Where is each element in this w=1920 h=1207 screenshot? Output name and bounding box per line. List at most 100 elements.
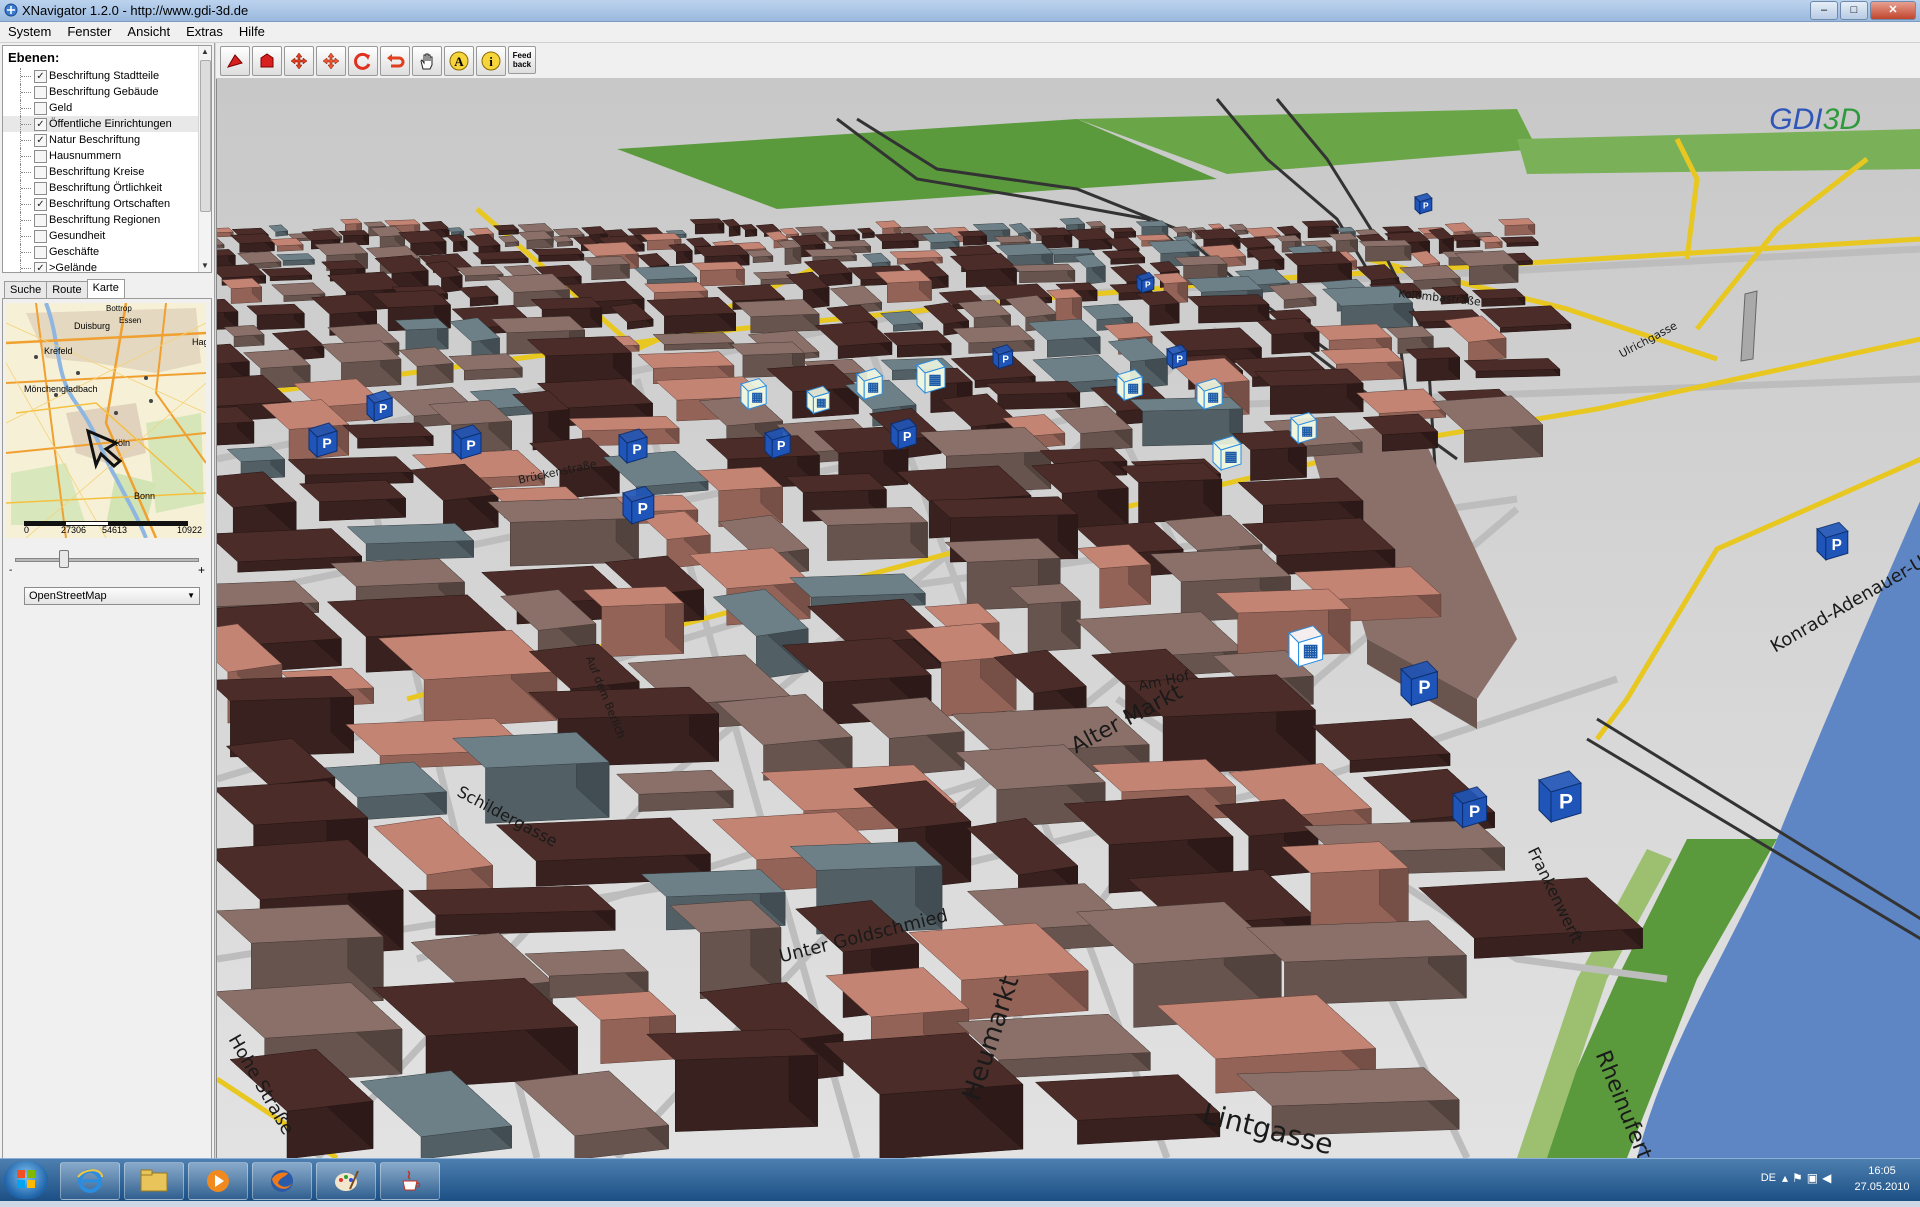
- left-panel: Ebenen: ✓ Beschriftung Stadtteile Beschrif…: [0, 43, 215, 1160]
- layer-scrollbar[interactable]: ▲ ▼: [198, 46, 211, 272]
- layer-checkbox[interactable]: [34, 150, 47, 163]
- tree-connector: [20, 116, 31, 132]
- paint-icon[interactable]: [316, 1162, 376, 1200]
- layer-item[interactable]: ✓ Natur Beschriftung: [3, 132, 199, 148]
- layer-checkbox[interactable]: [34, 86, 47, 99]
- layer-checkbox[interactable]: [34, 214, 47, 227]
- layer-item[interactable]: Beschriftung Örtlichkeit: [3, 180, 199, 196]
- svg-text:P: P: [379, 402, 387, 416]
- panel-tabs: Suche Route Karte: [4, 279, 125, 299]
- dropdown-arrow-icon[interactable]: ▼: [187, 588, 195, 604]
- layer-checkbox[interactable]: ✓: [34, 262, 47, 272]
- 3d-city-scene[interactable]: PPPPPPPPPPPPPPP▦P▦▦▦▦▦▦▦▦▦: [217, 79, 1920, 1158]
- close-button[interactable]: ✕: [1870, 1, 1916, 20]
- tab-suche[interactable]: Suche: [4, 281, 48, 298]
- menu-system[interactable]: System: [0, 22, 59, 42]
- pan-button[interactable]: [284, 46, 314, 76]
- show-hidden-icon[interactable]: ▴: [1782, 1171, 1792, 1185]
- rotate-button[interactable]: [348, 46, 378, 76]
- hand-button[interactable]: [412, 46, 442, 76]
- minimize-button[interactable]: –: [1810, 1, 1838, 20]
- menu-ansicht[interactable]: Ansicht: [119, 22, 178, 42]
- overview-map-canvas[interactable]: Bottrop Essen Duisburg Krefeld Mönchengl…: [6, 303, 206, 538]
- svg-text:P: P: [1423, 200, 1429, 210]
- layer-checkbox[interactable]: [34, 166, 47, 179]
- text-tool-button[interactable]: A: [444, 46, 474, 76]
- volume-icon[interactable]: ◀: [1822, 1171, 1835, 1185]
- layer-item[interactable]: Beschriftung Regionen: [3, 212, 199, 228]
- svg-text:P: P: [1145, 279, 1151, 289]
- java-icon[interactable]: [380, 1162, 440, 1200]
- overview-map[interactable]: Bottrop Essen Duisburg Krefeld Mönchengl…: [6, 303, 206, 538]
- layer-label: Natur Beschriftung: [49, 134, 141, 146]
- zoom-track[interactable]: [15, 558, 199, 562]
- tab-karte[interactable]: Karte: [86, 279, 125, 298]
- scroll-down-icon[interactable]: ▼: [199, 260, 211, 272]
- flag-icon[interactable]: ⚑: [1792, 1171, 1807, 1185]
- tilt-button[interactable]: [220, 46, 250, 76]
- svg-text:▦: ▦: [1301, 424, 1313, 438]
- layer-checkbox[interactable]: [34, 230, 47, 243]
- language-indicator[interactable]: DE: [1761, 1172, 1776, 1184]
- explorer-icon[interactable]: [124, 1162, 184, 1200]
- info-button[interactable]: i: [476, 46, 506, 76]
- menu-extras[interactable]: Extras: [178, 22, 231, 42]
- svg-text:▦: ▦: [1127, 381, 1139, 395]
- zoom-slider[interactable]: - +: [9, 547, 205, 577]
- layer-item[interactable]: Geld: [3, 100, 199, 116]
- clock-time[interactable]: 16:05: [1852, 1165, 1912, 1177]
- move-icon: [322, 52, 340, 70]
- scale-label: 0: [24, 525, 30, 535]
- layer-label: Geschäfte: [49, 246, 100, 258]
- move-button[interactable]: [316, 46, 346, 76]
- layer-item[interactable]: ✓ >Gelände: [3, 260, 199, 272]
- layer-checkbox[interactable]: ✓: [34, 134, 47, 147]
- layer-item[interactable]: Gesundheit: [3, 228, 199, 244]
- layer-item[interactable]: ✓ Beschriftung Stadtteile: [3, 68, 199, 84]
- gdi3d-logo: GDI3D: [1769, 103, 1861, 136]
- menu-hilfe[interactable]: Hilfe: [231, 22, 273, 42]
- tree-connector: [20, 148, 31, 164]
- scroll-thumb[interactable]: [200, 60, 211, 212]
- layer-item[interactable]: Geschäfte: [3, 244, 199, 260]
- hand-icon: [420, 53, 433, 70]
- layer-checkbox[interactable]: ✓: [34, 198, 47, 211]
- layer-item[interactable]: Hausnummern: [3, 148, 199, 164]
- city-moenchengladbach: Mönchengladbach: [24, 384, 98, 394]
- tab-route[interactable]: Route: [46, 281, 88, 298]
- map-source-value: OpenStreetMap: [29, 590, 107, 602]
- city-bonn: Bonn: [134, 491, 155, 501]
- scroll-up-icon[interactable]: ▲: [199, 46, 211, 58]
- layer-list[interactable]: Ebenen: ✓ Beschriftung Stadtteile Beschrif…: [2, 45, 212, 273]
- zoom-knob[interactable]: [58, 550, 69, 568]
- layer-checkbox[interactable]: [34, 102, 47, 115]
- city-krefeld: Krefeld: [44, 346, 73, 356]
- layer-checkbox[interactable]: ✓: [34, 70, 47, 83]
- menu-fenster[interactable]: Fenster: [59, 22, 119, 42]
- layer-checkbox[interactable]: [34, 246, 47, 259]
- layer-checkbox[interactable]: [34, 182, 47, 195]
- tree-connector: [20, 68, 31, 84]
- undo-button[interactable]: [380, 46, 410, 76]
- layer-label: Beschriftung Ortschaften: [49, 198, 171, 210]
- media-player-icon[interactable]: [188, 1162, 248, 1200]
- network-icon[interactable]: ▣: [1807, 1171, 1822, 1185]
- map-source-select[interactable]: OpenStreetMap ▼: [24, 587, 200, 605]
- city-hagen: Hagen: [192, 337, 206, 347]
- tray-icons[interactable]: ▴⚑▣◀: [1782, 1171, 1848, 1187]
- 3d-map-view[interactable]: PPPPPPPPPPPPPPP▦P▦▦▦▦▦▦▦▦▦ Alter Markt S…: [216, 79, 1920, 1158]
- layer-item[interactable]: ✓ Beschriftung Ortschaften: [3, 196, 199, 212]
- feedback-button[interactable]: Feed back: [508, 46, 536, 74]
- firefox-icon[interactable]: [252, 1162, 312, 1200]
- clock-date[interactable]: 27.05.2010: [1852, 1181, 1912, 1193]
- layer-checkbox[interactable]: ✓: [34, 118, 47, 131]
- maximize-button[interactable]: □: [1840, 1, 1868, 20]
- rotate-up-button[interactable]: [252, 46, 282, 76]
- ie-icon[interactable]: [60, 1162, 120, 1200]
- layer-item[interactable]: Beschriftung Gebäude: [3, 84, 199, 100]
- layer-item[interactable]: Beschriftung Kreise: [3, 164, 199, 180]
- title-bar[interactable]: XNavigator 1.2.0 - http://www.gdi-3d.de …: [0, 0, 1920, 22]
- layer-item[interactable]: ✓ Öffentliche Einrichtungen: [3, 116, 199, 132]
- city-bottrop: Bottrop: [106, 304, 132, 313]
- start-button[interactable]: [4, 1161, 48, 1199]
